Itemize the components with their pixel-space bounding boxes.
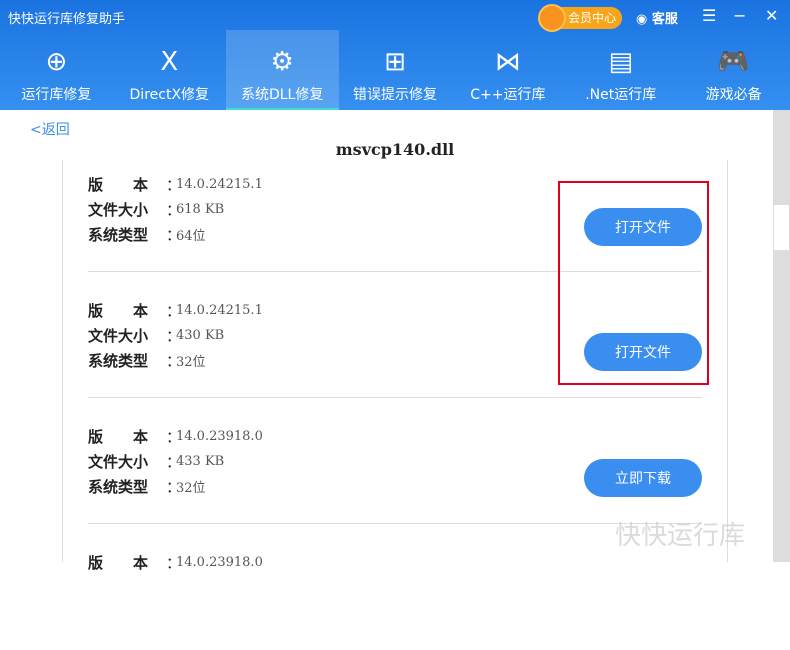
tab-error-repair[interactable]: ⊞ 错误提示修复 [339,30,452,110]
close-icon[interactable]: ✕ [765,6,778,25]
download-now-button[interactable]: 立即下载 [584,459,702,497]
colon: ： [166,302,182,320]
target-icon: ⊕ [45,47,68,77]
tab-game-essentials[interactable]: 🎮 游戏必备 [677,30,790,110]
colon: ： [166,327,182,345]
version-label: 版 本 [88,176,149,194]
scrollbar[interactable] [773,110,790,562]
tab-label: DirectX修复 [129,87,210,103]
vip-label: 会员中心 [568,11,617,25]
minimize-icon[interactable]: − [733,6,746,25]
scrollbar-thumb[interactable] [774,205,789,250]
size-label: 文件大小 [88,453,149,471]
version-label: 版 本 [88,428,149,446]
size-value: 430 KB [176,328,225,343]
tab-label: C++运行库 [470,87,546,103]
colon: ： [166,201,182,219]
tab-system-dll-repair[interactable]: ⚙ 系统DLL修复 [225,30,339,110]
version-value: 14.0.23918.0 [176,555,263,570]
list-item: 版 本： 14.0.23918.0 文件大小： 433 KB 系统类型： 32位 立即… [88,398,702,524]
type-value: 32位 [176,481,206,496]
colon: ： [166,478,182,496]
tab-net-runtime[interactable]: ▤ .Net运行库 [564,30,677,110]
directx-icon: X [160,47,179,77]
vip-center-button[interactable]: 会员中心 [538,4,622,32]
service-label: 客服 [651,12,678,27]
size-value: 618 KB [176,202,225,217]
size-value: 433 KB [176,454,225,469]
divider [727,160,728,562]
type-label: 系统类型 [88,352,149,370]
tab-runtime-repair[interactable]: ⊕ 运行库修复 [0,30,113,110]
highlight-box [558,181,709,385]
main-nav: ⊕ 运行库修复 X DirectX修复 ⚙ 系统DLL修复 ⊞ 错误提示修复 ⋈ C++运… [0,30,790,110]
version-label: 版 本 [88,554,149,572]
type-label: 系统类型 [88,226,149,244]
version-value: 14.0.23918.0 [176,429,263,444]
colon: ： [166,352,182,370]
avatar-icon [538,4,566,32]
colon: ： [166,428,182,446]
tab-label: 错误提示修复 [353,87,437,103]
version-value: 14.0.24215.1 [176,303,263,318]
dotnet-icon: ▤ [608,47,634,77]
tab-directx-repair[interactable]: X DirectX修复 [113,30,226,110]
type-label: 系统类型 [88,478,149,496]
toolbox-icon: ⊞ [384,47,406,77]
watermark: 快快运行库 [615,521,746,551]
headset-icon: ◉ [636,12,652,27]
colon: ： [166,453,182,471]
type-value: 32位 [176,355,206,370]
gamepad-icon: 🎮 [717,47,750,77]
colon: ： [166,554,182,572]
colon: ： [166,226,182,244]
customer-service-button[interactable]: ◉ 客服 [636,8,678,27]
colon: ： [166,176,182,194]
size-label: 文件大小 [88,327,149,345]
tab-label: 运行库修复 [21,87,92,103]
tab-label: 游戏必备 [705,87,762,103]
tab-label: 系统DLL修复 [240,87,324,103]
visual-studio-icon: ⋈ [494,47,521,77]
back-link[interactable]: <返回 [30,119,70,139]
tab-label: .Net运行库 [585,87,657,103]
menu-icon[interactable]: ☰ [702,6,716,25]
app-title: 快快运行库修复助手 [8,12,126,27]
type-value: 64位 [176,229,206,244]
header: 快快运行库修复助手 会员中心 ◉ 客服 ☰ − ✕ ⊕ 运行库修复 X Direct… [0,0,790,110]
tab-cpp-runtime[interactable]: ⋈ C++运行库 [451,30,564,110]
version-value: 14.0.24215.1 [176,177,263,192]
version-label: 版 本 [88,302,149,320]
file-gear-icon: ⚙ [270,47,294,77]
list-item: 版 本 ： 14.0.23918.0 [88,524,702,650]
size-label: 文件大小 [88,201,149,219]
divider [62,160,63,562]
